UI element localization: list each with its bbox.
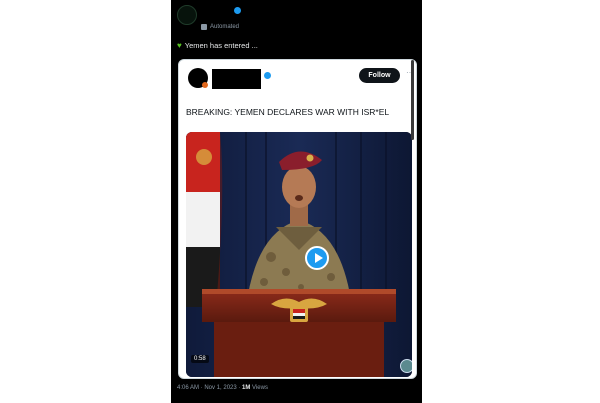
scrollbar[interactable] xyxy=(411,60,414,140)
green-heart-icon: ♥ xyxy=(177,41,182,50)
follow-button[interactable]: Follow xyxy=(359,68,400,83)
tweet-panel: Automated ♥ Yemen has entered ... Follow… xyxy=(171,0,422,403)
bot-icon xyxy=(201,24,207,30)
post-text: ♥ Yemen has entered ... xyxy=(177,41,258,50)
avatar-status-dot xyxy=(202,82,208,88)
quoted-tweet-card[interactable]: Follow ··· BREAKING: YEMEN DECLARES WAR … xyxy=(178,59,417,379)
view-count-label: Views xyxy=(250,385,268,391)
video-duration: 0:58 xyxy=(191,355,209,363)
quoted-headline: BREAKING: YEMEN DECLARES WAR WITH ISR*EL xyxy=(186,107,390,117)
video-corner-avatar xyxy=(400,359,412,373)
verified-badge-icon xyxy=(264,72,271,79)
video-frame xyxy=(186,132,412,377)
post-timestamp[interactable]: 4:06 AM · Nov 1, 2023 · xyxy=(177,385,242,391)
verified-badge-icon xyxy=(234,7,241,14)
automated-label: Automated xyxy=(201,24,239,30)
video-player[interactable]: 0:58 xyxy=(186,132,412,377)
redacted-author-name xyxy=(199,8,233,15)
automated-text: Automated xyxy=(210,24,240,30)
redacted-quoted-author-name xyxy=(212,69,261,89)
author-avatar[interactable] xyxy=(177,5,197,25)
play-icon[interactable] xyxy=(305,246,329,270)
post-body: Yemen has entered ... xyxy=(184,41,258,50)
post-footer: 4:06 AM · Nov 1, 2023 · 1M Views xyxy=(177,385,268,391)
